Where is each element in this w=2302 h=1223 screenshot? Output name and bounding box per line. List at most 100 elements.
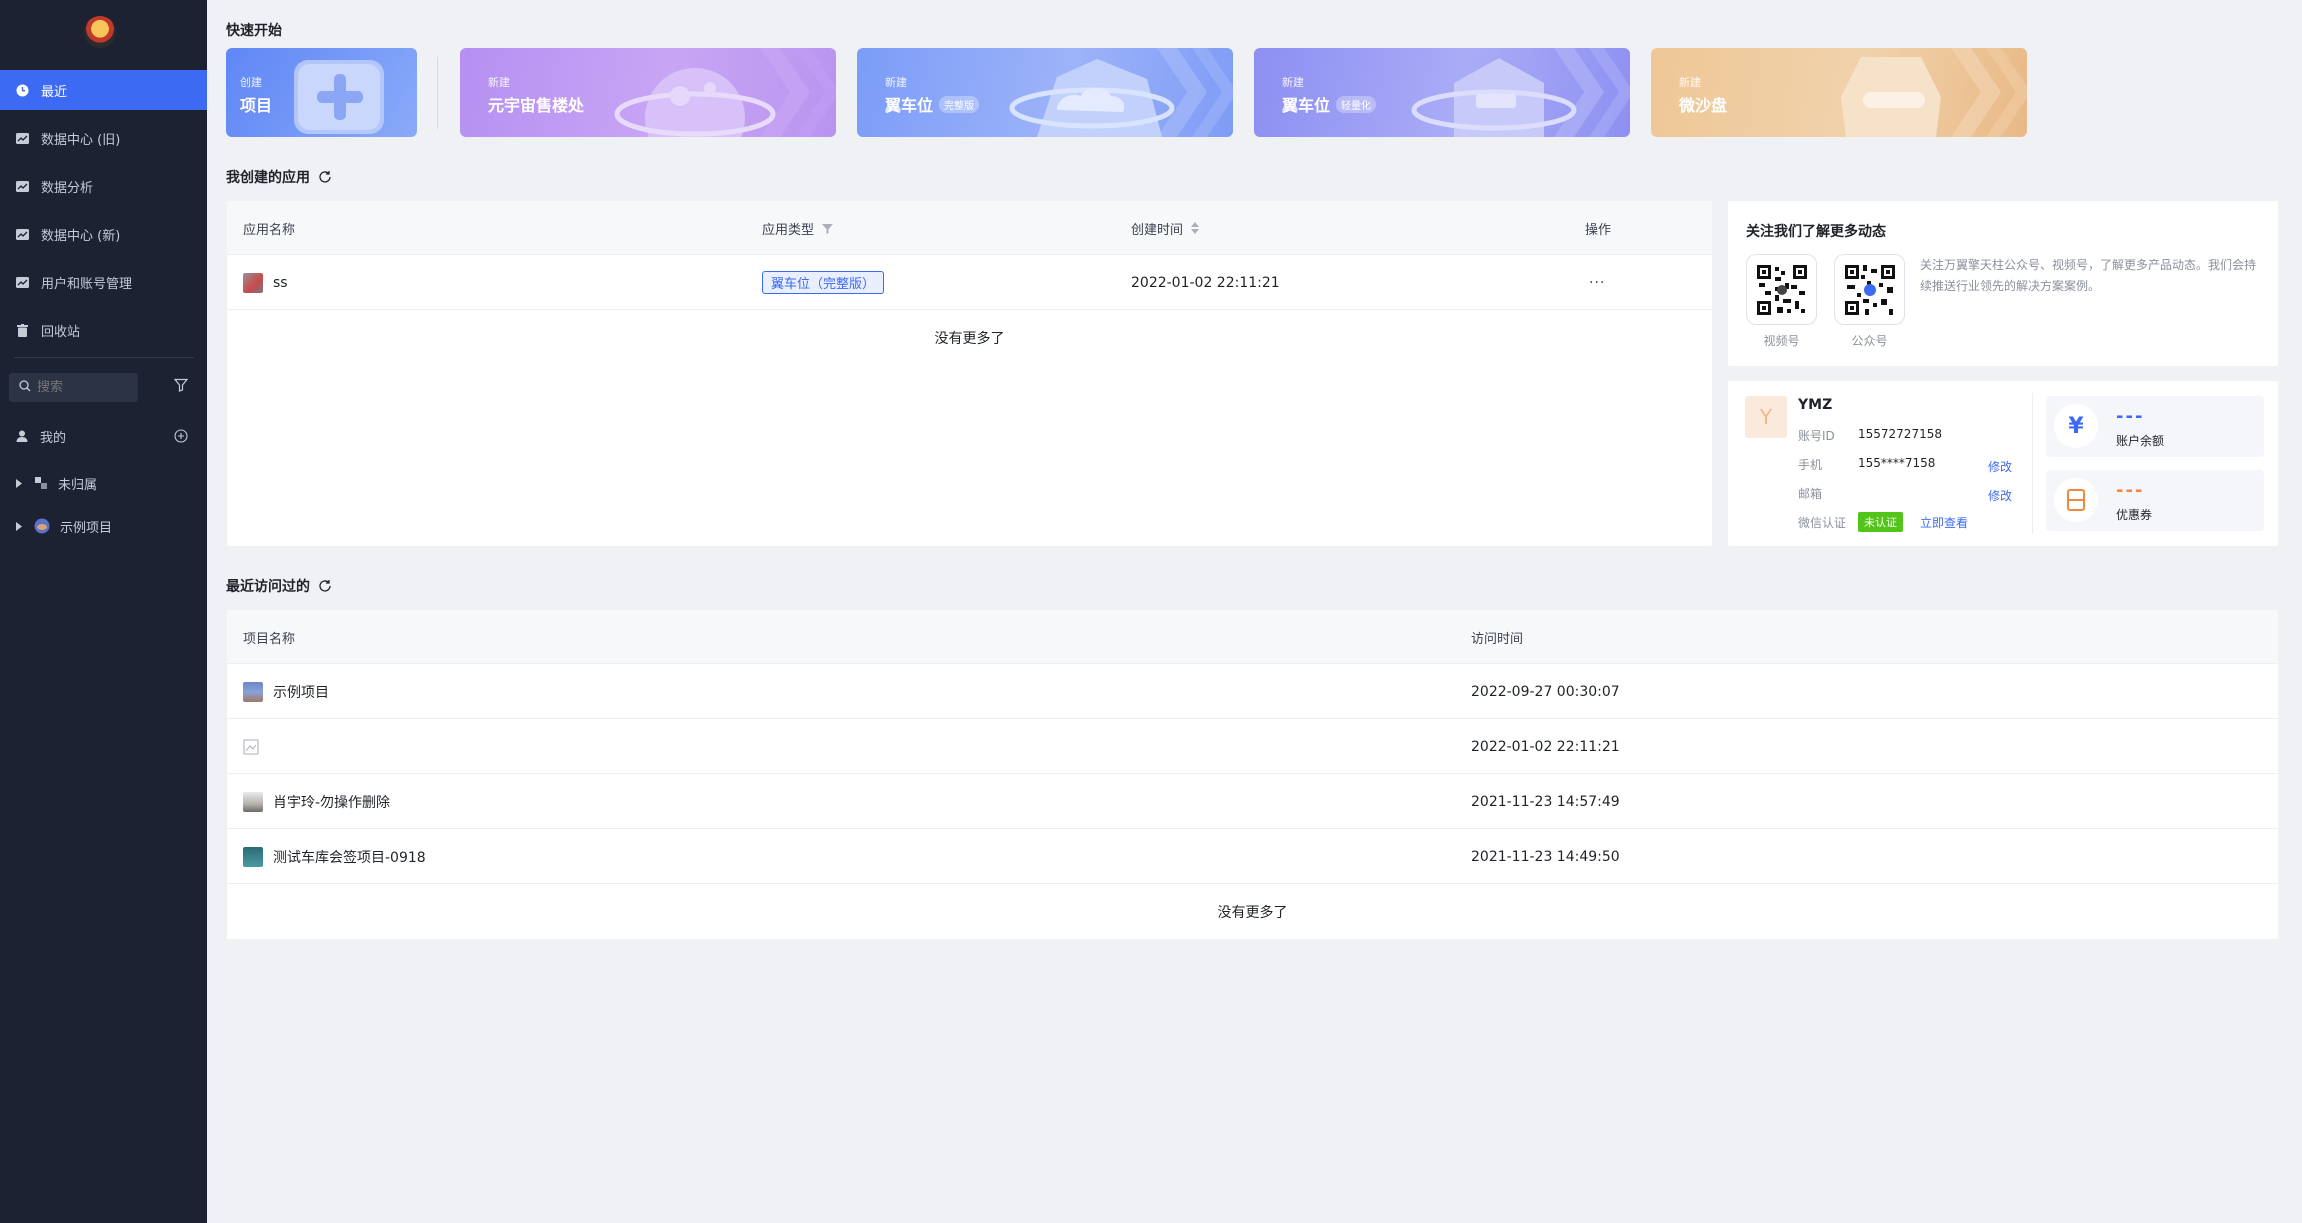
- table-row[interactable]: 示例项目 2022-09-27 00:30:07: [227, 664, 2278, 719]
- no-more-text: 没有更多了: [934, 330, 1005, 347]
- app-type-tag: 翼车位（完整版）: [762, 271, 885, 294]
- coupon-label: 优惠券: [2116, 508, 2153, 522]
- nav-item-data-analysis[interactable]: 数据分析: [0, 166, 207, 206]
- avatar: Y: [1745, 396, 1787, 438]
- divider: [14, 357, 194, 358]
- created-time: 2022-01-02 22:11:21: [1131, 274, 1280, 291]
- nav-item-recycle-bin[interactable]: 回收站: [0, 310, 207, 350]
- card-new-metaverse-sales[interactable]: 新建 元宇宙售楼处: [460, 48, 836, 137]
- globe-icon: [34, 518, 50, 534]
- section-title-text: 我创建的应用: [226, 170, 310, 186]
- wechat-status-badge: 未认证: [1858, 512, 1903, 532]
- table-row[interactable]: ss 翼车位（完整版） 2022-01-02 22:11:21 ···: [227, 255, 1712, 310]
- balance-card[interactable]: ¥ --- 账户余额: [2046, 396, 2264, 457]
- sort-icon[interactable]: [1191, 222, 1200, 234]
- planet-icon: [610, 48, 836, 137]
- refresh-icon[interactable]: [318, 579, 332, 593]
- column-created-time[interactable]: 创建时间: [1131, 201, 1200, 255]
- email-label: 邮箱: [1798, 487, 1823, 501]
- app-logo[interactable]: [84, 16, 116, 48]
- column-label: 应用类型: [762, 222, 815, 238]
- nav-label: 用户和账号管理: [41, 276, 133, 292]
- app-name-cell: ss: [243, 255, 288, 310]
- search-icon: [19, 379, 31, 396]
- chart-icon: [16, 132, 29, 145]
- plus-icon: [284, 54, 384, 134]
- project-name-cell: [243, 719, 265, 774]
- refresh-icon[interactable]: [318, 170, 332, 184]
- nav-item-data-center-old[interactable]: 数据中心 (旧): [0, 118, 207, 158]
- nav-item-data-center-new[interactable]: 数据中心 (新): [0, 214, 207, 254]
- visit-time: 2022-01-02 22:11:21: [1471, 738, 1620, 755]
- tree-item-sample-project[interactable]: 示例项目: [0, 511, 207, 541]
- chart-icon: [16, 228, 29, 241]
- divider: [437, 57, 438, 129]
- column-app-type[interactable]: 应用类型: [762, 201, 834, 255]
- project-name-cell: 肖宇玲-勿操作删除: [243, 774, 390, 829]
- recent-title: 最近访问过的: [226, 576, 332, 596]
- table-row[interactable]: 测试车库会签项目-0918 2021-11-23 14:49:50: [227, 829, 2278, 884]
- divider: [2032, 393, 2033, 534]
- card-small: 新建: [1679, 76, 1701, 89]
- qr-label-video: 视频号: [1763, 334, 1800, 348]
- card-big-text: 微沙盘: [1679, 96, 1728, 115]
- nav-label: 数据中心 (旧): [41, 132, 121, 148]
- user-icon: [16, 430, 28, 442]
- nav-label: 回收站: [41, 324, 81, 340]
- caret-right-icon[interactable]: [16, 478, 22, 488]
- more-actions-button[interactable]: ···: [1589, 255, 1605, 310]
- clock-icon: [16, 84, 29, 97]
- nav-item-recent[interactable]: 最近: [0, 70, 207, 110]
- search-input[interactable]: [37, 380, 132, 395]
- coupon-value: ---: [2116, 480, 2145, 501]
- edit-email-link[interactable]: 修改: [1988, 487, 2012, 504]
- tree-icon: [34, 476, 48, 490]
- account-id-label: 账号ID: [1798, 429, 1835, 443]
- nav-label: 数据中心 (新): [41, 228, 121, 244]
- card-big-text: 翼车位: [885, 96, 934, 115]
- table-row[interactable]: 肖宇玲-勿操作删除 2021-11-23 14:57:49: [227, 774, 2278, 829]
- app-name: ss: [273, 274, 288, 291]
- table-header: 应用名称 应用类型 创建时间 操作: [227, 201, 1712, 255]
- parking-cloud-icon: [997, 48, 1233, 137]
- phone-value: 155****7158: [1858, 456, 1936, 470]
- column-project-name: 项目名称: [243, 631, 296, 647]
- project-name-cell: 示例项目: [243, 664, 329, 719]
- parking-hexagon-icon: [1394, 48, 1630, 137]
- card-new-parking-lite[interactable]: 新建 翼车位 轻量化: [1254, 48, 1630, 137]
- section-title-text: 快速开始: [226, 23, 282, 39]
- tree-item-unassigned[interactable]: 未归属: [0, 468, 207, 498]
- project-name-cell: 测试车库会签项目-0918: [243, 829, 426, 884]
- qr-code-official: [1834, 254, 1905, 325]
- card-new-parking-full[interactable]: 新建 翼车位 完整版: [857, 48, 1233, 137]
- filter-icon[interactable]: [822, 223, 834, 234]
- project-name: 示例项目: [273, 684, 329, 701]
- qr-code-video: [1746, 254, 1817, 325]
- coupon-card[interactable]: --- 优惠券: [2046, 470, 2264, 531]
- balance-label: 账户余额: [2116, 434, 2165, 448]
- app-type-cell: 翼车位（完整版）: [762, 255, 885, 310]
- edit-phone-link[interactable]: 修改: [1988, 458, 2012, 475]
- project-name: 测试车库会签项目-0918: [273, 849, 426, 866]
- table-header: 项目名称 访问时间: [227, 610, 2278, 664]
- caret-right-icon[interactable]: [16, 521, 22, 531]
- card-big-text: 项目: [240, 96, 273, 115]
- card-new-mini-sandbox[interactable]: 新建 微沙盘: [1651, 48, 2027, 137]
- filter-icon[interactable]: [173, 378, 189, 396]
- tree-label: 示例项目: [60, 520, 113, 536]
- sidebar-search[interactable]: [9, 373, 138, 402]
- tree-item-mine[interactable]: 我的: [0, 421, 207, 451]
- nav-item-user-management[interactable]: 用户和账号管理: [0, 262, 207, 302]
- follow-description: 关注万翼擎天柱公众号、视频号，了解更多产品动态。我们会持续推送行业领先的解决方案…: [1920, 258, 2257, 293]
- quick-start-title: 快速开始: [226, 20, 282, 40]
- visit-time: 2022-09-27 00:30:07: [1471, 683, 1620, 700]
- wechat-view-link[interactable]: 立即查看: [1920, 514, 1968, 531]
- card-big: 微沙盘: [1679, 92, 1727, 116]
- follow-title: 关注我们了解更多动态: [1746, 224, 1886, 240]
- trash-icon: [16, 323, 29, 337]
- card-create-project[interactable]: 创建 项目: [226, 48, 417, 137]
- phone-label: 手机: [1798, 458, 1823, 472]
- card-small: 创建: [240, 76, 262, 89]
- table-row[interactable]: 2022-01-02 22:11:21: [227, 719, 2278, 774]
- add-circle-icon[interactable]: [174, 429, 188, 443]
